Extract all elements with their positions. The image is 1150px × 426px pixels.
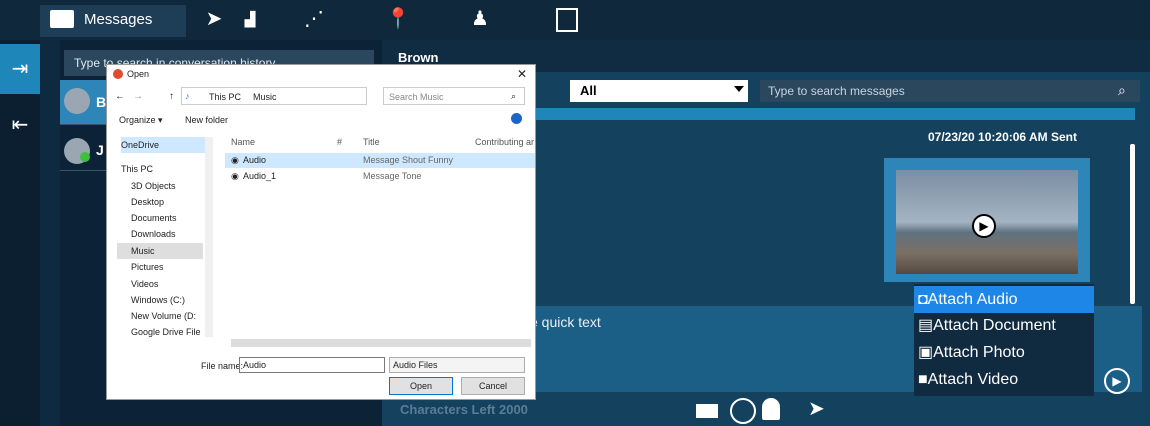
nav-onedrive[interactable]: OneDrive [121,137,205,153]
tab-messages-label: Messages [84,11,153,28]
message-scrollbar[interactable] [1130,144,1135,304]
chevron-down-icon [734,86,744,92]
location-icon[interactable]: 📍 [380,4,416,34]
nav-documents[interactable]: Documents [131,210,215,226]
music-folder-icon: ♪ [185,91,190,101]
search-icon[interactable]: ⌕ [1118,82,1126,99]
left-rail [0,40,40,426]
attach-document-item[interactable]: ▤Attach Document [914,312,1094,339]
back-icon[interactable]: ← [115,91,125,102]
nav-videos[interactable]: Videos [131,276,215,292]
photo-icon: ▣ [918,344,934,361]
file-name-label: File name: [201,361,244,371]
message-timestamp: 07/23/20 10:20:06 AM Sent [928,130,1077,144]
logout-icon[interactable]: ⇤ [0,100,40,150]
help-icon[interactable] [511,113,522,124]
audio-file-icon: ◉ [231,171,239,181]
attach-menu: ◘Attach Audio ▤Attach Document ▣Attach P… [914,284,1094,396]
online-status-icon [80,152,90,162]
file-name: Audio [243,155,267,165]
open-button[interactable]: Open [389,377,453,395]
horizontal-scrollbar[interactable] [231,339,531,347]
nav-pictures[interactable]: Pictures [131,259,215,275]
conversation-name: B [96,94,107,110]
column-contributing[interactable]: Contributing ar [475,137,534,147]
column-name[interactable]: Name [231,137,255,147]
dialog-search-placeholder: Search Music [389,92,444,102]
audio-icon: ◘ [918,291,928,308]
up-icon[interactable]: ↑ [169,91,174,102]
video-camera-icon[interactable] [696,404,718,418]
nav-desktop[interactable]: Desktop [131,194,215,210]
file-type-select[interactable]: Audio Files [389,357,525,373]
play-icon[interactable]: ▶ [972,214,996,238]
audio-file-icon: ◉ [231,155,239,165]
group-icon[interactable]: ♟ [462,4,498,34]
attach-audio-item[interactable]: ◘Attach Audio [914,286,1094,313]
file-title: Message Shout Funny [363,155,454,165]
attach-video-item[interactable]: ■Attach Video [914,366,1094,393]
send-location-icon[interactable]: ➤ [808,396,825,421]
send-message-icon[interactable]: ▶ [1104,368,1130,394]
cancel-button[interactable]: Cancel [461,377,525,395]
new-folder-button[interactable]: New folder [185,115,228,125]
breadcrumb-this-pc[interactable]: This PC [209,92,241,102]
column-title[interactable]: Title [363,137,380,147]
nav-windows-c[interactable]: Windows (C:) [131,292,215,308]
route-icon[interactable]: ⋰ [296,4,332,34]
route-icon-small[interactable]: ▟ [238,4,262,34]
message-divider [535,108,1135,120]
login-icon[interactable]: ⇥ [0,44,40,94]
forward-icon[interactable]: → [133,91,143,102]
open-file-dialog: Open ✕ ← → ↑ ♪ This PC Music Search Musi… [106,64,536,400]
file-name-input[interactable]: Audio [239,357,385,373]
organize-button[interactable]: Organize ▾ [119,115,163,126]
video-wall-icon[interactable] [556,8,578,32]
microphone-icon[interactable] [730,398,756,424]
nav-downloads[interactable]: Downloads [131,226,215,242]
video-icon: ■ [918,371,928,388]
nav-new-volume[interactable]: New Volume (D: [131,308,215,324]
message-search-input[interactable]: Type to search messages [760,80,1140,102]
file-title: Message Tone [363,171,422,181]
compose-placeholder: e quick text [530,314,601,330]
dialog-title: Open [127,69,150,79]
file-name: Audio_1 [243,171,277,181]
breadcrumb-music[interactable]: Music [253,92,277,102]
document-icon: ▤ [918,317,934,334]
avatar [64,88,90,114]
nav-music[interactable]: Music [117,243,203,259]
close-icon[interactable]: ✕ [517,67,527,81]
attach-photo-item[interactable]: ▣Attach Photo [914,339,1094,366]
nav-scrollbar[interactable] [205,137,213,337]
message-filter-select[interactable]: All [570,80,748,102]
nav-this-pc[interactable]: This PC [121,161,205,177]
search-icon[interactable]: ⌕ [511,91,516,102]
conversation-name: J [96,142,104,158]
alert-bell-icon[interactable] [762,398,780,420]
conversation-title: Brown [398,50,439,65]
chrome-icon [113,69,123,79]
send-icon[interactable]: ➤ [196,4,232,34]
messages-icon [50,10,74,28]
nav-google-drive[interactable]: Google Drive File [131,324,215,340]
column-number[interactable]: # [337,137,342,147]
characters-left: Characters Left 2000 [400,402,528,417]
nav-3d-objects[interactable]: 3D Objects [131,178,215,194]
